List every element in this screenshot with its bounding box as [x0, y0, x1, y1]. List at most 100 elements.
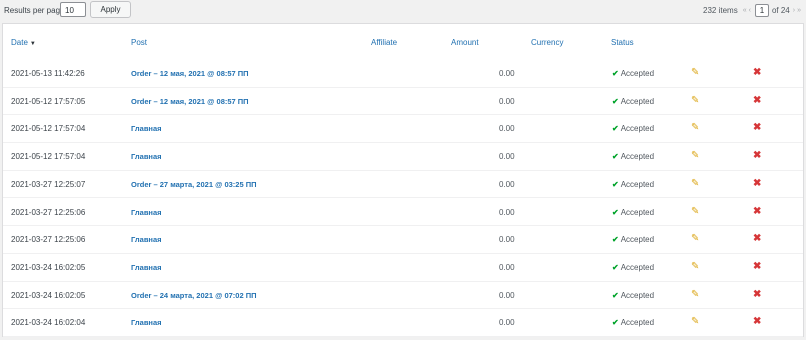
pagination: 232 items « ‹ 1 of 24 › » [703, 3, 802, 18]
pencil-icon[interactable]: ✎ [691, 206, 699, 217]
row-amount: 0.00 [499, 124, 515, 134]
row-date: 2021-03-27 12:25:06 [11, 235, 86, 245]
row-status: ✔ Accepted [612, 291, 654, 300]
row-amount: 0.00 [499, 262, 515, 272]
row-date: 2021-05-13 11:42:26 [11, 69, 85, 78]
row-post-link[interactable]: Главная [131, 208, 162, 217]
row-date: 2021-05-12 17:57:04 [11, 152, 86, 162]
items-count: 232 items [703, 6, 738, 15]
row-status-label: Accepted [620, 152, 655, 162]
total-pages-label: of 24 [771, 6, 790, 15]
table-row: 2021-03-24 16:02:05 Order – 24 марта, 202… [3, 281, 803, 310]
row-date: 2021-03-27 12:25:06 [11, 207, 86, 217]
table-row: 2021-03-27 12:25:06 Главная 0.00 ✔ Accepted ✎… [3, 226, 803, 254]
row-status: ✔ Accepted [612, 69, 654, 78]
row-date: 2021-05-12 17:57:05 [11, 96, 86, 106]
row-date: 2021-03-24 16:02:05 [11, 290, 86, 300]
delete-x-icon[interactable]: ✖ [753, 233, 761, 244]
row-date: 2021-03-24 16:02:04 [11, 318, 86, 328]
row-post-link[interactable]: Главная [131, 124, 162, 133]
row-status-label: Accepted [620, 124, 655, 134]
row-status: ✔ Accepted [612, 180, 654, 189]
last-page-button[interactable]: » [797, 7, 801, 14]
row-date: 2021-05-12 17:57:04 [11, 124, 86, 134]
pencil-icon[interactable]: ✎ [691, 67, 699, 78]
delete-x-icon[interactable]: ✖ [753, 206, 761, 217]
table-header: Date ▼ Post Affiliate Amount Currency Sta… [3, 24, 803, 61]
column-amount[interactable]: Amount [451, 38, 479, 47]
row-amount: 0.00 [499, 235, 515, 245]
check-icon: ✔ [612, 152, 619, 162]
delete-x-icon[interactable]: ✖ [753, 150, 761, 161]
table-row: 2021-05-13 11:42:26 Order – 12 мая, 2021 … [3, 60, 803, 88]
column-status[interactable]: Status [611, 38, 634, 47]
check-icon: ✔ [612, 179, 619, 189]
prev-page-button[interactable]: ‹ [749, 7, 751, 14]
row-post-link[interactable]: Главная [131, 263, 162, 272]
sort-down-icon[interactable]: ▼ [30, 41, 36, 47]
delete-x-icon[interactable]: ✖ [753, 289, 761, 300]
delete-x-icon[interactable]: ✖ [753, 178, 761, 189]
row-post-link[interactable]: Главная [131, 235, 162, 244]
row-post-link[interactable]: Order – 24 марта, 2021 @ 07:02 ПП [131, 291, 257, 300]
pencil-icon[interactable]: ✎ [691, 95, 699, 106]
pencil-icon[interactable]: ✎ [691, 150, 699, 161]
first-page-button[interactable]: « [743, 7, 747, 14]
apply-button[interactable]: Apply [90, 1, 131, 18]
row-amount: 0.00 [499, 179, 515, 189]
check-icon: ✔ [612, 96, 619, 106]
row-status-label: Accepted [620, 207, 655, 217]
check-icon: ✔ [612, 318, 619, 328]
next-page-button[interactable]: › [793, 7, 795, 14]
check-icon: ✔ [612, 124, 619, 134]
row-post-link[interactable]: Главная [131, 152, 162, 161]
pencil-icon[interactable]: ✎ [691, 261, 699, 272]
referrals-table: Date ▼ Post Affiliate Amount Currency Sta… [2, 23, 804, 337]
delete-x-icon[interactable]: ✖ [753, 316, 761, 327]
row-status: ✔ Accepted [612, 318, 654, 327]
delete-x-icon[interactable]: ✖ [753, 67, 761, 78]
row-post-link[interactable]: Order – 27 марта, 2021 @ 03:25 ПП [131, 180, 257, 189]
row-status: ✔ Accepted [612, 152, 654, 161]
row-date: 2021-03-27 12:25:07 [11, 179, 86, 189]
pencil-icon[interactable]: ✎ [691, 122, 699, 133]
table-row: 2021-05-12 17:57:04 Главная 0.00 ✔ Accepted ✎… [3, 143, 803, 171]
current-page-input[interactable]: 1 [754, 4, 769, 17]
table-row: 2021-05-12 17:57:04 Главная 0.00 ✔ Accepted ✎… [3, 115, 803, 144]
delete-x-icon[interactable]: ✖ [753, 261, 761, 272]
pencil-icon[interactable]: ✎ [691, 178, 699, 189]
column-affiliate[interactable]: Affiliate [371, 38, 397, 47]
table-toolbar: Results per page 10 Apply 232 items « ‹ … [0, 0, 806, 22]
row-post-link[interactable]: Order – 12 мая, 2021 @ 08:57 ПП [131, 97, 249, 106]
row-amount: 0.00 [499, 318, 515, 328]
results-per-page-label: Results per page [4, 6, 65, 15]
delete-x-icon[interactable]: ✖ [753, 122, 761, 133]
table-row: 2021-03-24 16:02:05 Главная 0.00 ✔ Accepted ✎… [3, 254, 803, 282]
pencil-icon[interactable]: ✎ [691, 316, 699, 327]
check-icon: ✔ [612, 207, 619, 217]
delete-x-icon[interactable]: ✖ [753, 95, 761, 106]
row-amount: 0.00 [499, 96, 515, 106]
pencil-icon[interactable]: ✎ [691, 233, 699, 244]
table-row: 2021-03-24 16:02:04 Главная 0.00 ✔ Accepted ✎… [3, 309, 803, 337]
row-amount: 0.00 [499, 290, 515, 300]
check-icon: ✔ [612, 262, 619, 272]
column-post[interactable]: Post [131, 38, 147, 47]
row-status-label: Accepted [620, 318, 655, 328]
results-per-page-input[interactable]: 10 [60, 2, 86, 17]
column-date[interactable]: Date ▼ [11, 38, 36, 47]
row-status: ✔ Accepted [612, 263, 654, 272]
row-status-label: Accepted [620, 262, 655, 272]
row-status: ✔ Accepted [612, 124, 654, 133]
row-status-label: Accepted [620, 96, 655, 106]
column-currency[interactable]: Currency [531, 38, 563, 47]
row-status-label: Accepted [620, 69, 655, 78]
check-icon: ✔ [612, 290, 619, 300]
pencil-icon[interactable]: ✎ [691, 289, 699, 300]
row-post-link[interactable]: Order – 12 мая, 2021 @ 08:57 ПП [131, 69, 249, 78]
table-row: 2021-03-27 12:25:06 Главная 0.00 ✔ Accepted ✎… [3, 199, 803, 227]
table-row: 2021-03-27 12:25:07 Order – 27 марта, 202… [3, 170, 803, 199]
row-post-link[interactable]: Главная [131, 318, 162, 327]
column-date-label[interactable]: Date [11, 38, 28, 47]
row-date: 2021-03-24 16:02:05 [11, 262, 86, 272]
